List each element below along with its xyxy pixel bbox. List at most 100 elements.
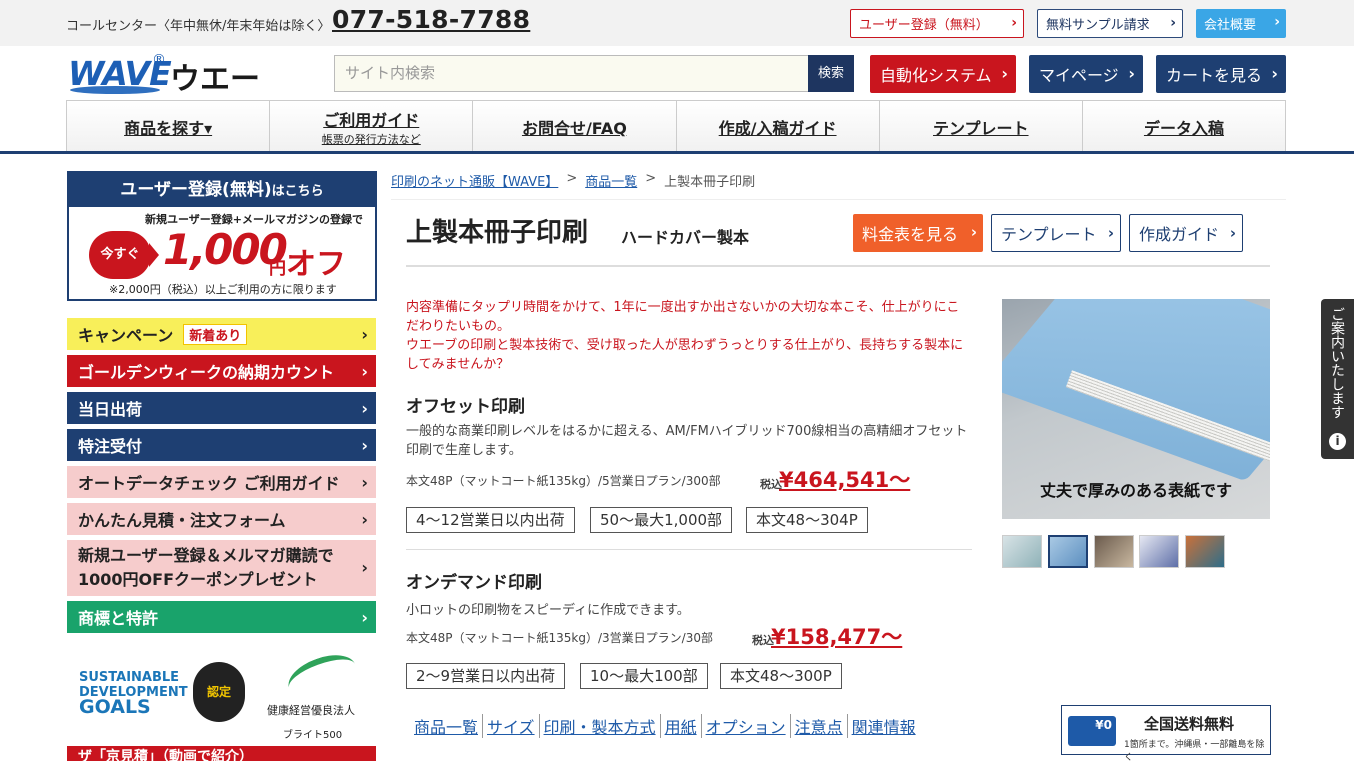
chevron-right-icon: › [1271, 64, 1278, 83]
create-guide-button[interactable]: 作成ガイド › [1129, 214, 1243, 252]
chevron-right-icon: › [361, 361, 368, 381]
price-table-button[interactable]: 料金表を見る › [853, 214, 983, 252]
sidebar-item-golden-week[interactable]: ゴールデンウィークの納期カウント › [67, 355, 376, 387]
company-overview-label: 会社概要 [1204, 18, 1257, 33]
free-sample-button[interactable]: 無料サンプル請求 › [1037, 9, 1183, 38]
sidebar-item-auto-check[interactable]: オートデータチェック ご利用ガイド › [67, 466, 376, 498]
nav-item-template[interactable]: テンプレート [880, 101, 1083, 151]
book-cover-image [1002, 299, 1270, 482]
sidebar-item-label: 当日出荷 [78, 400, 143, 419]
nav-item-label: データ入稿 [1143, 119, 1224, 138]
ondemand-section-title: オンデマンド印刷 [406, 573, 542, 593]
sidebar-coupon-text: 新規ユーザー登録＆メルマガ購読で 1000円OFFクーポンプレゼント [78, 544, 334, 592]
ondemand-tag-quantity: 10～最大100部 [580, 663, 708, 689]
chevron-right-icon: › [1229, 224, 1236, 242]
help-tab-label: ご案内いたします [1329, 307, 1345, 419]
sdgs-logo-line: SUSTAINABLE [79, 670, 180, 685]
mypage-button[interactable]: マイページ › [1029, 55, 1143, 93]
ondemand-tag-shipping: 2～9営業日以内出荷 [406, 663, 566, 689]
new-badge: 新着あり [183, 323, 248, 345]
ondemand-price[interactable]: ¥158,477～ [771, 621, 902, 651]
create-guide-label: 作成ガイド [1139, 225, 1220, 244]
sidebar-item-label: 1000円OFFクーポンプレゼント [78, 570, 318, 589]
nav-item-label: テンプレート [933, 119, 1029, 138]
health-logo-sub: ブライト500 [283, 730, 343, 741]
sidebar-item-special-order[interactable]: 特注受付 › [67, 429, 376, 461]
company-overview-button[interactable]: 会社概要 › [1196, 9, 1286, 38]
nav-item-usage-guide[interactable]: ご利用ガイド帳票の発行方法など [270, 101, 474, 151]
logo-registered-mark: ® [152, 52, 166, 68]
offset-tag-quantity: 50～最大1,000部 [590, 507, 733, 533]
photo-thumbnail[interactable] [1139, 535, 1179, 568]
sidebar-item-coupon[interactable]: 新規ユーザー登録＆メルマガ購読で 1000円OFFクーポンプレゼント › [67, 540, 376, 596]
subnav-link-notes[interactable]: 注意点 [791, 714, 848, 738]
breadcrumb-separator: > [566, 171, 578, 186]
subnav-link-related[interactable]: 関連情報 [848, 714, 920, 738]
sidebar-item-trademark[interactable]: 商標と特許 › [67, 601, 376, 633]
search-button[interactable]: 検索 [808, 55, 854, 92]
nav-item-data-submit[interactable]: データ入稿 [1083, 101, 1285, 151]
template-button[interactable]: テンプレート › [991, 214, 1121, 252]
ondemand-description: 小ロットの印刷物をスピーディに作成できます。 [406, 603, 690, 618]
subnav-link-paper[interactable]: 用紙 [661, 714, 702, 738]
chevron-right-icon: › [1170, 15, 1176, 31]
offset-tag-pages: 本文48～304P [746, 507, 868, 533]
breadcrumb-home-link[interactable]: 印刷のネット通販【WAVE】 [391, 171, 558, 190]
photo-thumbnail-selected[interactable] [1048, 535, 1088, 568]
nav-item-create-guide[interactable]: 作成/入稿ガイド [677, 101, 880, 151]
free-shipping-banner: ¥0 全国送料無料 1箇所まで。沖縄県・一部離島を除く [1061, 705, 1271, 761]
photo-thumbnail[interactable] [1094, 535, 1134, 568]
user-register-button[interactable]: ユーザー登録（無料） › [850, 9, 1024, 38]
product-intro: 内容準備にタップリ時間をかけて、1年に一度出すか出さないかの大切な本こそ、仕上が… [406, 300, 964, 372]
chevron-right-icon: › [361, 398, 368, 418]
info-icon: i [1329, 433, 1346, 450]
view-cart-button[interactable]: カートを見る › [1156, 55, 1286, 93]
chevron-right-icon: › [361, 435, 368, 455]
banner-heading-tail: はこちら [271, 184, 324, 199]
nav-item-find-products[interactable]: 商品を探す▾ [67, 101, 271, 151]
site-logo[interactable]: WAVE ® ウエーブ [68, 52, 288, 141]
banner-heading-free: (無料) [222, 180, 272, 200]
offset-price[interactable]: ¥464,541～ [779, 464, 910, 494]
subnav-link-print-binding[interactable]: 印刷・製本方式 [540, 714, 661, 738]
sidebar-item-video[interactable]: ザ「京見積」（動画で紹介） [67, 746, 376, 761]
chevron-right-icon: › [361, 472, 368, 492]
sidebar-item-label: 商標と特許 [78, 609, 159, 628]
nav-item-sublabel: 帳票の発行方法など [321, 133, 421, 146]
photo-thumbnail[interactable] [1002, 535, 1042, 568]
breadcrumb-list-link[interactable]: 商品一覧 [585, 171, 637, 190]
page-title: 上製本冊子印刷 [406, 218, 589, 248]
section-divider [406, 549, 972, 550]
chevron-right-icon: › [1274, 14, 1280, 30]
sidebar-item-same-day[interactable]: 当日出荷 › [67, 392, 376, 424]
nav-item-contact-faq[interactable]: お問合せ/FAQ [473, 101, 677, 151]
banner-off-label: オフ [286, 247, 346, 282]
phone-number-link[interactable]: 077-518-7788 [332, 5, 530, 34]
chevron-right-icon: › [1011, 15, 1017, 31]
photo-thumbnail[interactable] [1185, 535, 1225, 568]
ondemand-spec: 本文48P（マットコート紙135kg）/3営業日プラン/30部 [406, 631, 713, 645]
subnav-link-size[interactable]: サイズ [483, 714, 540, 738]
nav-item-label: ご利用ガイド [323, 111, 420, 130]
subnav-link-options[interactable]: オプション [702, 714, 791, 738]
register-discount-banner[interactable]: ユーザー登録(無料)はこちら 新規ユーザー登録+メールマガジンの登録で 今すぐ … [67, 171, 377, 301]
ondemand-tag-pages: 本文48～300P [720, 663, 842, 689]
sidebar-item-estimate-form[interactable]: かんたん見積・注文フォーム › [67, 503, 376, 535]
site-search-input[interactable]: サイト内検索 [334, 55, 810, 92]
arrow-right-icon [149, 243, 159, 267]
product-photo: 丈夫で厚みのある表紙です [1002, 299, 1270, 519]
callcenter-label: コールセンター〈年中無休/年末年始は除く〉 [66, 19, 331, 34]
sidebar-item-label: 新規ユーザー登録＆メルマガ購読で [78, 546, 334, 565]
health-wave-icon [282, 647, 362, 705]
nav-item-label: お問合せ/FAQ [521, 119, 627, 138]
automation-system-button[interactable]: 自動化システム › [870, 55, 1016, 93]
user-register-label: ユーザー登録（無料） [859, 18, 989, 33]
sidebar-item-campaign[interactable]: キャンペーン 新着あり › [67, 318, 376, 350]
sidebar-item-label: オートデータチェック ご利用ガイド [78, 474, 340, 493]
help-side-tab[interactable]: ご案内いたします i [1321, 299, 1354, 459]
free-shipping-note: 1箇所まで。沖縄県・一部離島を除く [1124, 740, 1265, 761]
sidebar-item-label: ゴールデンウィークの納期カウント [78, 363, 335, 382]
subnav-link-product-list[interactable]: 商品一覧 [410, 714, 484, 738]
banner-amount: 1,000 [163, 225, 288, 274]
sdgs-logo-line: GOALS [79, 696, 151, 718]
